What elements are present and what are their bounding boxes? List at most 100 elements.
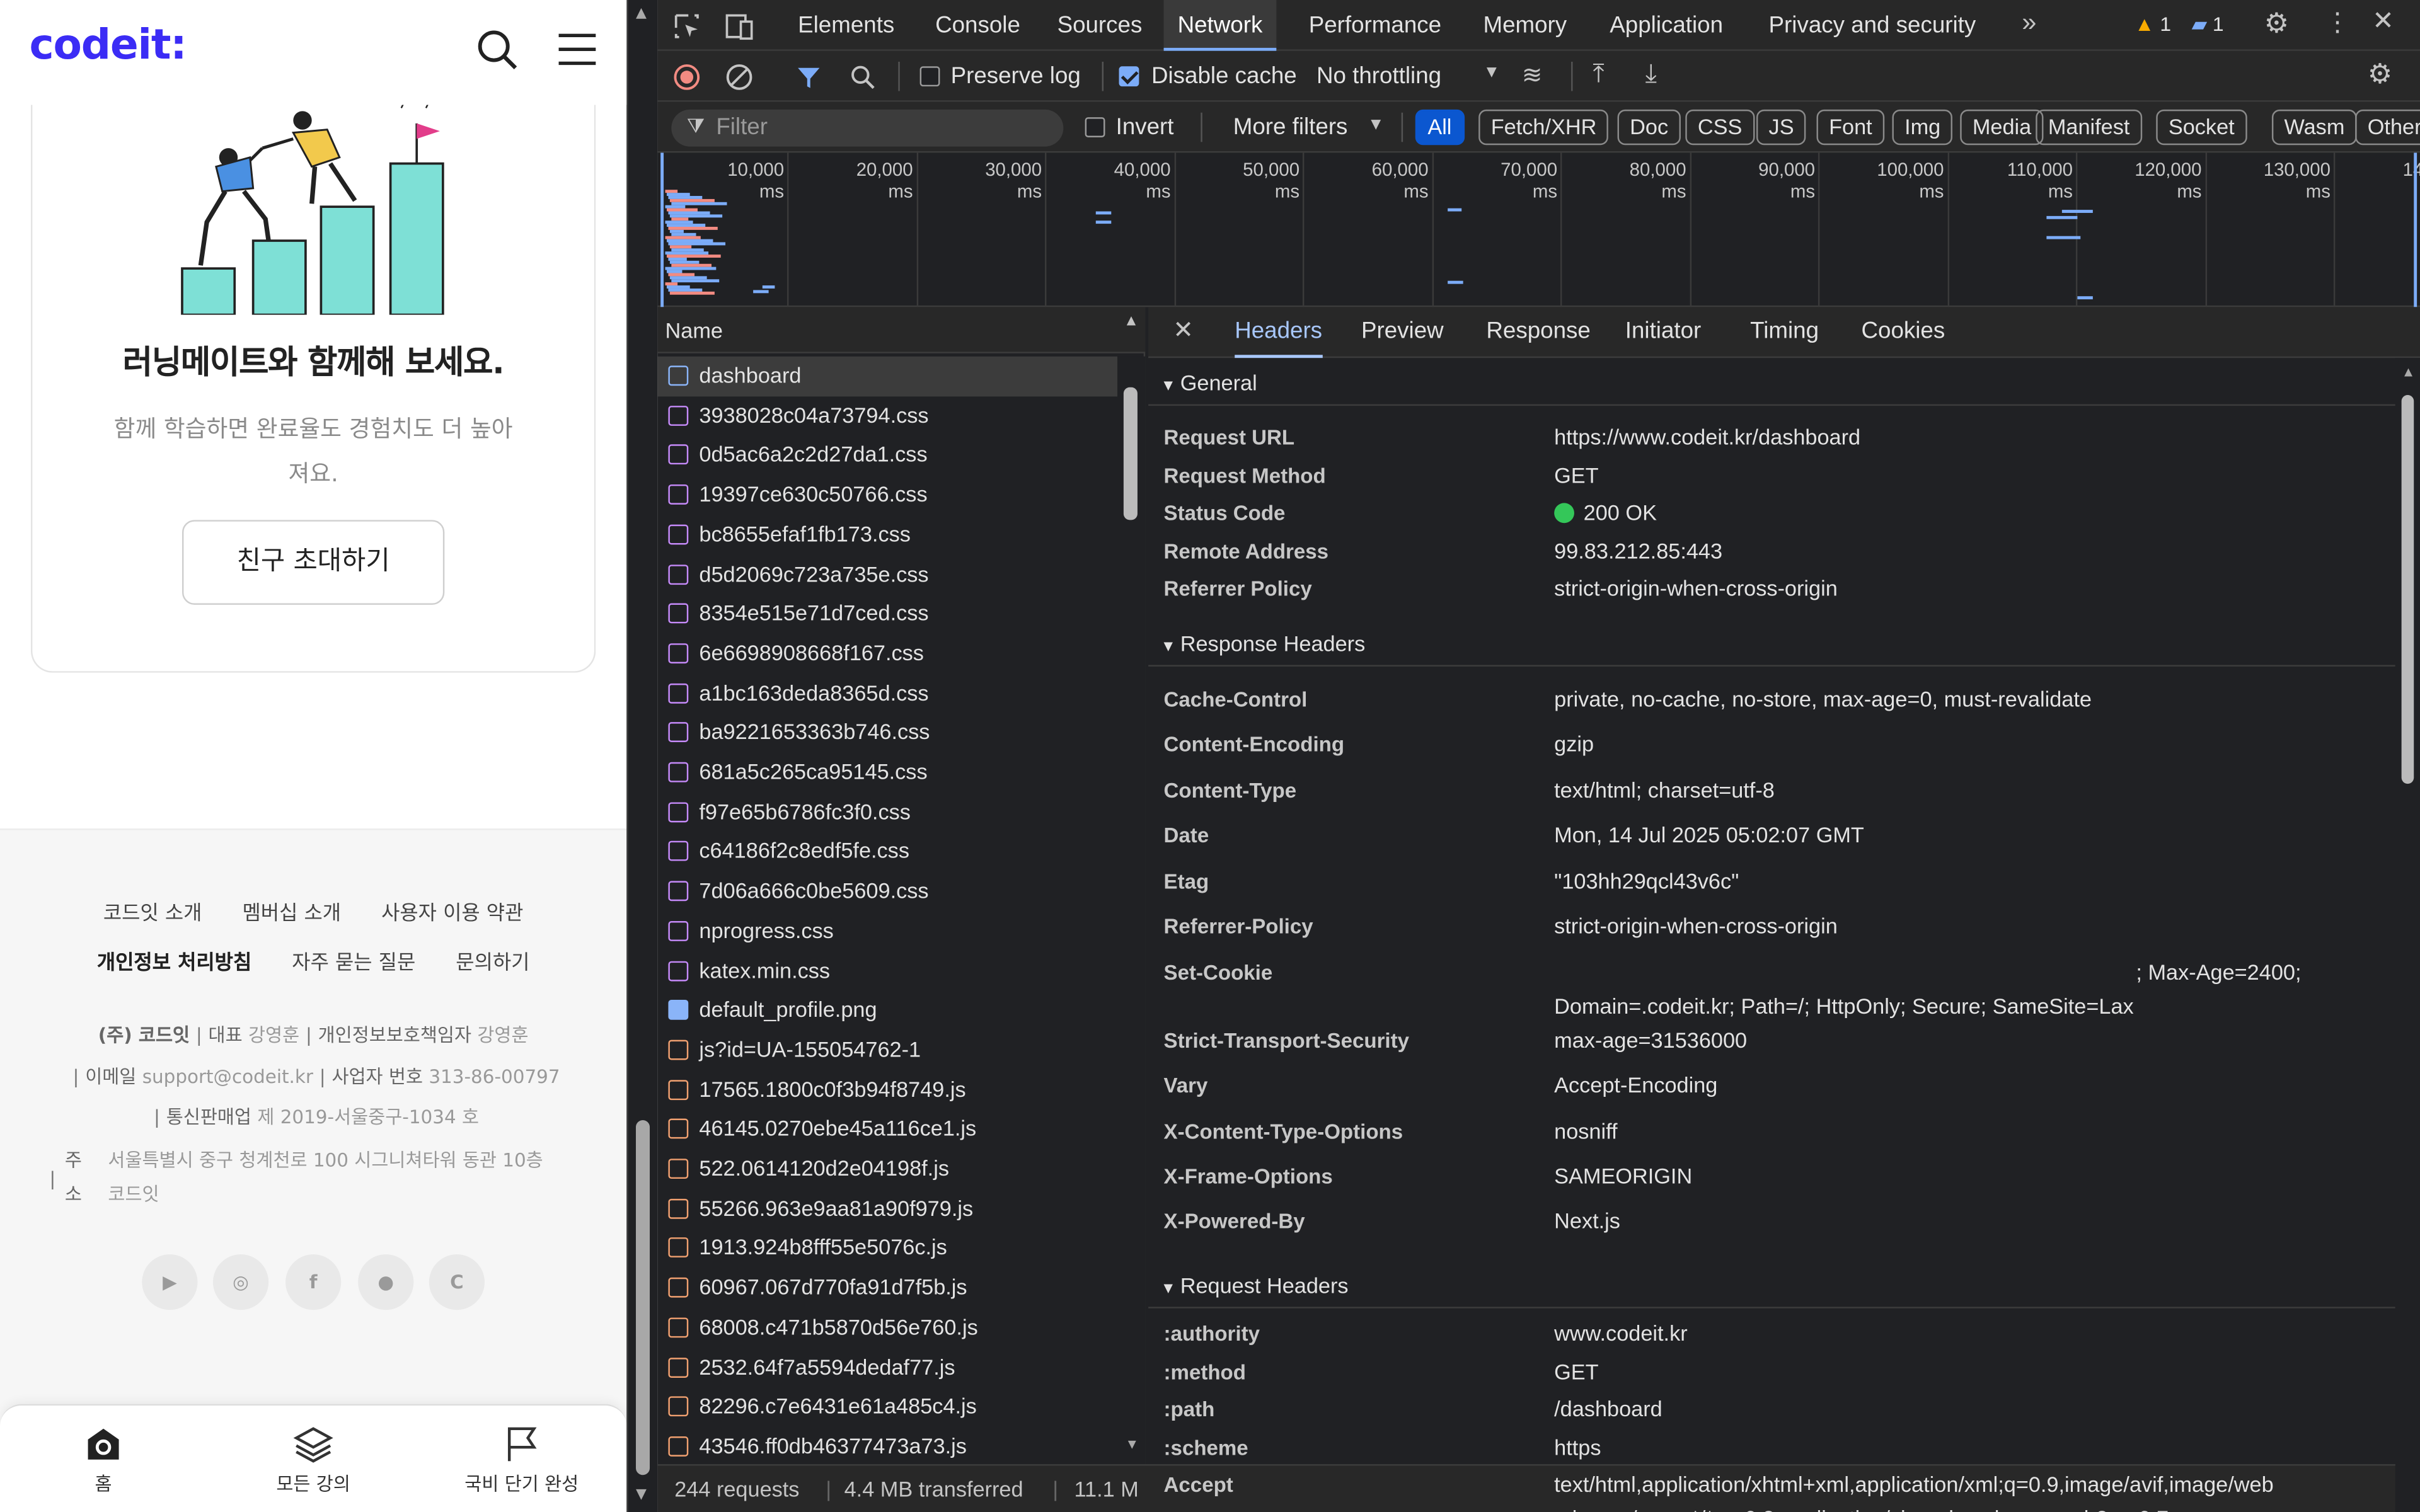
request-row[interactable]: js?id=UA-155054762-1 [657, 1031, 1117, 1070]
detail-tab-cookies[interactable]: Cookies [1861, 307, 1945, 355]
general-header-value[interactable]: 200 OK [1554, 500, 1657, 525]
network-timeline-overview[interactable]: 10,000 ms 20,000 ms 30,000 ms 40,000 ms 50,0… [657, 152, 2420, 307]
type-filter-css[interactable]: CSS [1685, 109, 1755, 146]
request-row[interactable]: 7d06a666c0be5609.css [657, 872, 1117, 912]
request-row[interactable]: 17565.1800c0f3b94f8749.js [657, 1070, 1117, 1110]
response-header-value[interactable]: "103hh29qcl43v6c" [1554, 869, 1739, 893]
request-list-scrollbar[interactable]: ▼ [1117, 356, 1146, 1465]
scroll-up-arrow-icon[interactable]: ▲ [636, 6, 647, 21]
search-icon[interactable] [475, 28, 519, 71]
scroll-down-arrow-icon[interactable]: ▼ [636, 1487, 647, 1503]
footer-link-about[interactable]: 코드잇 소개 [103, 903, 202, 926]
response-header-value[interactable]: gzip [1554, 731, 1594, 756]
request-row[interactable]: bc8655efaf1fb173.css [657, 515, 1117, 554]
detail-scrollbar[interactable]: ▲ [2395, 358, 2420, 1512]
request-row[interactable]: katex.min.css [657, 951, 1117, 991]
request-header-value-continued[interactable]: p,image/apng,*/*;q=0.8,application/signe… [1554, 1506, 2169, 1512]
request-header-value[interactable]: GET [1554, 1360, 1598, 1384]
footer-link-terms[interactable]: 사용자 이용 약관 [381, 903, 523, 926]
nav-all-courses[interactable]: 모든 강의 [228, 1424, 398, 1496]
column-header-name[interactable]: Name [657, 307, 1146, 353]
detail-tab-response[interactable]: Response [1486, 307, 1590, 355]
more-tabs-chevron-icon[interactable]: » [2022, 8, 2036, 38]
kakao-icon[interactable]: ● [358, 1254, 414, 1310]
response-header-value[interactable]: Next.js [1554, 1208, 1620, 1233]
disable-cache-checkbox[interactable] [1119, 66, 1139, 87]
detail-tab-timing[interactable]: Timing [1750, 307, 1819, 355]
throttling-dropdown-chevron-icon[interactable]: ▼ [1483, 63, 1500, 81]
invert-checkbox[interactable] [1085, 117, 1105, 137]
request-row[interactable]: 681a5c265ca95145.css [657, 753, 1117, 793]
request-header-value[interactable]: /dashboard [1554, 1396, 1662, 1421]
tab-memory[interactable]: Memory [1469, 0, 1581, 51]
detail-tab-preview[interactable]: Preview [1361, 307, 1444, 355]
filter-input[interactable]: ⧩ Filter [671, 109, 1064, 147]
clear-log-icon[interactable] [725, 63, 753, 91]
request-row[interactable]: 19397ce630c50766.css [657, 476, 1117, 515]
response-header-value[interactable]: text/html; charset=utf-8 [1554, 777, 1775, 802]
detail-scrollbar-thumb[interactable] [2401, 394, 2414, 784]
response-header-value[interactable]: SAMEORIGIN [1554, 1164, 1692, 1188]
request-row[interactable]: 55266.963e9aa81a90f979.js [657, 1189, 1117, 1228]
close-devtools-icon[interactable]: ✕ [2372, 6, 2394, 37]
sort-ascending-icon[interactable]: ▲ [1124, 313, 1139, 330]
more-filters-chevron-icon[interactable]: ▼ [1368, 116, 1385, 134]
search-network-icon[interactable] [849, 63, 877, 91]
type-filter-manifest[interactable]: Manifest [2036, 109, 2143, 146]
collapse-triangle-icon[interactable]: ▼ [1161, 378, 1180, 395]
response-header-value[interactable]: ; Max-Age=2400; [2136, 959, 2301, 984]
general-header-value[interactable]: strict-origin-when-cross-origin [1554, 575, 1838, 600]
hamburger-menu-icon[interactable] [556, 28, 599, 71]
tab-elements[interactable]: Elements [784, 0, 908, 51]
naver-cafe-icon[interactable]: C [429, 1254, 485, 1310]
record-stop-icon[interactable] [673, 63, 701, 91]
support-email[interactable]: support@codeit.kr [142, 1066, 313, 1087]
page-scrollbar-thumb[interactable] [635, 1120, 650, 1475]
request-header-value[interactable]: https [1554, 1435, 1601, 1460]
request-row[interactable]: nprogress.css [657, 912, 1117, 951]
request-row[interactable]: 43546.ff0db46377473a73.js [657, 1427, 1117, 1464]
request-row[interactable]: ba9221653363b746.css [657, 713, 1117, 753]
type-filter-font[interactable]: Font [1816, 109, 1885, 146]
type-filter-all[interactable]: All [1415, 109, 1465, 146]
list-scroll-down-icon[interactable]: ▼ [1125, 1436, 1139, 1452]
preserve-log-checkbox[interactable] [919, 66, 940, 87]
general-header-value[interactable]: GET [1554, 463, 1598, 488]
filter-funnel-icon[interactable] [795, 63, 822, 91]
timeline-range-start-handle[interactable] [660, 152, 664, 307]
footer-link-privacy[interactable]: 개인정보 처리방침 [97, 952, 251, 975]
throttling-select[interactable]: No throttling [1317, 51, 1441, 102]
request-row[interactable]: d5d2069c723a735e.css [657, 554, 1117, 594]
page-scrollbar[interactable]: ▲ ▼ [626, 0, 658, 1512]
footer-link-contact[interactable]: 문의하기 [456, 952, 529, 975]
collapse-triangle-icon[interactable]: ▼ [1161, 639, 1180, 656]
inspect-element-icon[interactable] [673, 13, 701, 40]
network-conditions-icon[interactable]: ≋ [1522, 60, 1543, 91]
request-row[interactable]: 82296.c7e6431e61a485c4.js [657, 1387, 1117, 1427]
response-header-value[interactable]: private, no-cache, no-store, max-age=0, … [1554, 687, 2092, 711]
response-header-value[interactable]: Accept-Encoding [1554, 1072, 1717, 1097]
request-row[interactable]: dashboard [657, 356, 1118, 396]
more-filters-button[interactable]: More filters [1233, 102, 1348, 153]
footer-link-faq[interactable]: 자주 묻는 질문 [292, 952, 415, 975]
general-section-header[interactable]: ▼ General [1161, 370, 1257, 395]
close-detail-icon[interactable]: ✕ [1173, 315, 1194, 346]
general-header-value[interactable]: 99.83.212.85:443 [1554, 539, 1722, 563]
type-filter-js[interactable]: JS [1756, 109, 1807, 146]
request-row[interactable]: 522.0614120d2e04198f.js [657, 1150, 1117, 1189]
tab-console[interactable]: Console [921, 0, 1034, 51]
request-row[interactable]: c64186f2c8edf5fe.css [657, 832, 1117, 872]
messages-count[interactable]: ▰ 1 [2192, 13, 2224, 37]
request-row[interactable]: default_profile.png [657, 991, 1117, 1031]
response-header-value[interactable]: strict-origin-when-cross-origin [1554, 914, 1838, 938]
collapse-triangle-icon[interactable]: ▼ [1161, 1281, 1180, 1298]
request-headers-section-header[interactable]: ▼ Request Headers [1161, 1273, 1349, 1297]
type-filter-wasm[interactable]: Wasm [2271, 109, 2358, 146]
footer-link-membership[interactable]: 멤버십 소개 [242, 903, 341, 926]
type-filter-socket[interactable]: Socket [2156, 109, 2247, 146]
tab-network[interactable]: Network [1163, 0, 1277, 51]
response-header-value[interactable]: Mon, 14 Jul 2025 05:02:07 GMT [1554, 822, 1864, 847]
invite-friend-button[interactable]: 친구 초대하기 [182, 520, 445, 605]
tab-application[interactable]: Application [1596, 0, 1737, 51]
nav-bootcamp[interactable]: 국비 단기 완성 [437, 1424, 606, 1496]
